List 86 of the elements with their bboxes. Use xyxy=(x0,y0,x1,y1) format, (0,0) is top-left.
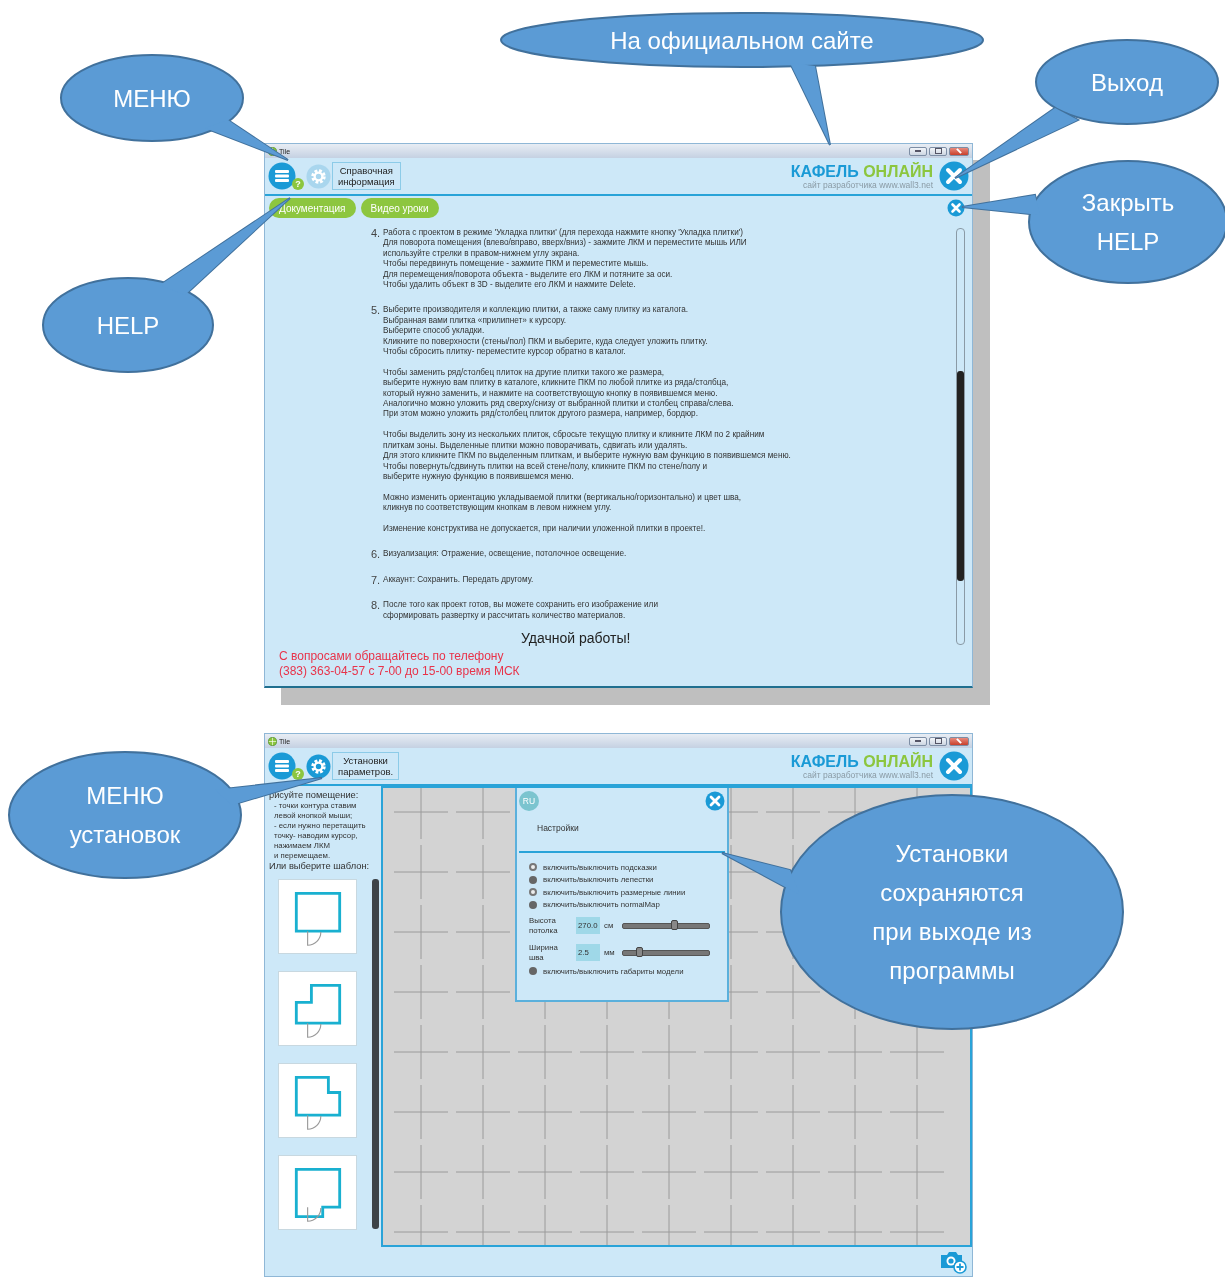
callout-text: Закрыть HELP xyxy=(1081,188,1175,257)
slider[interactable] xyxy=(622,949,710,956)
help-text-line: Выберите производителя и коллекцию плитки, а также саму плитку из каталога. xyxy=(383,305,690,316)
minimize-button[interactable] xyxy=(909,736,927,746)
slider[interactable] xyxy=(622,922,710,929)
toggle-radio[interactable] xyxy=(529,900,537,909)
help-text-line: Чтобы удалить объект в 3D - выделите его ЛКМ и нажмите Delete. xyxy=(383,280,637,291)
step-number: 8. xyxy=(371,600,382,614)
menu-icon[interactable] xyxy=(268,162,296,190)
help-text-line: При этом можно уложить ряд/столбец плиток другого размера, например, бордюр. xyxy=(383,409,699,420)
contact-text: (383) 363-04-57 с 7-00 до 15-00 время МСК xyxy=(279,664,521,679)
help-text-line: Чтобы повернуть/сдвинуть плитки на всей стене/полу, кликните ПКМ по стене/полу и xyxy=(383,461,708,472)
help-text-line: кликнув по соответствующим кнопкам в левом нижнем углу. xyxy=(383,503,613,514)
developer-link[interactable]: сайт разработчика www.wall3.net xyxy=(802,769,933,780)
help-text-line: Чтобы выделить зону из нескольких плиток, сбросьте текущую плитку и кликните ЛКМ по 2 крайним xyxy=(383,430,766,441)
template-thumbnail[interactable] xyxy=(278,971,357,1046)
template-prompt: Или выберите шаблон: xyxy=(268,861,371,872)
toggle-radio[interactable] xyxy=(529,967,537,976)
template-thumbnail[interactable] xyxy=(278,1063,357,1138)
template-thumbnail[interactable] xyxy=(278,879,357,954)
help-text-line: Для этого кликните ПКМ по выделенным плиткам, и выберите нужную вам функцию в появившемся меню. xyxy=(383,451,791,462)
help-text-line: Аккаунт: Сохранить. Передать другому. xyxy=(383,574,534,586)
settings-icon[interactable] xyxy=(306,753,331,779)
toggle-radio[interactable] xyxy=(529,863,537,872)
step-number: 6. xyxy=(371,549,382,560)
minimize-button[interactable] xyxy=(909,146,927,156)
section-label: Справочная информация xyxy=(332,162,401,190)
callout-text: МЕНЮ xyxy=(113,83,191,114)
maximize-button[interactable] xyxy=(929,146,947,156)
brand-logo[interactable]: КАФЕЛЬ ОНЛАЙН xyxy=(790,752,933,770)
help-text-line: Визуализация: Отражение, освещение, потолочное освещение. xyxy=(383,549,627,560)
help-text-line: Аналогично можно уложить ряд сверху/снизу от выбранной плитки и столбец справа/слева. xyxy=(383,399,735,409)
callout-text: МЕНЮ установок xyxy=(69,781,181,850)
contact-text: С вопросами обращайтесь по телефону xyxy=(279,649,505,664)
scrollbar[interactable] xyxy=(956,228,965,645)
scrollbar[interactable] xyxy=(372,879,379,1229)
globe-icon xyxy=(268,736,277,746)
help-text-line: плиткам зоны. Выделенные плитки можно поворачивать, сдвигать или удалять. xyxy=(383,440,689,451)
help-text-line: выберите нужную вам плитку в каталоге, кликните ПКМ по любой плитке из ряда/столбца, xyxy=(383,378,730,389)
callout-text: HELP xyxy=(96,310,160,341)
close-window-button[interactable] xyxy=(949,146,969,156)
section-label: Установки параметров. xyxy=(332,752,400,780)
help-text-line: Чтобы сбросить плитку- переместите курсор обратно в каталог. xyxy=(383,347,627,358)
help-badge[interactable]: ? xyxy=(292,178,304,190)
help-text-line: Выбранная вами плитка «прилипнет» к курсору. xyxy=(383,315,567,326)
toggle-radio[interactable] xyxy=(529,888,537,897)
close-icon[interactable] xyxy=(939,751,969,781)
close-icon[interactable] xyxy=(939,161,969,191)
help-text-line: Можно изменить ориентацию укладываемой плитки (вертикально/горизонтально) и цвет шва, xyxy=(383,492,743,504)
slider-thumb[interactable] xyxy=(670,919,678,930)
step-number: 7. xyxy=(371,574,382,586)
developer-link[interactable]: сайт разработчика www.wall3.net xyxy=(802,179,933,190)
template-thumbnail[interactable] xyxy=(278,1155,357,1230)
callout-text: Выход xyxy=(1091,67,1163,98)
help-text-line: Для перемещения/поворота объекта - выделите его ЛКМ и потяните за оси. xyxy=(383,269,674,280)
tab[interactable]: Видео уроки xyxy=(360,198,439,218)
help-text-line: Работа с проектом в режиме 'Укладка плитки' (для перехода нажмите кнопку 'Укладка плитки') xyxy=(383,228,744,238)
step-number: 4. xyxy=(371,228,382,241)
panel-title: Настройки xyxy=(537,823,580,833)
help-text-line: Кликните по поверхности (стены/пол) ПКМ и выберите, куда следует уложить плитку. xyxy=(383,336,709,347)
help-text-line: выберите нужную функцию в появившемся меню. xyxy=(383,471,575,483)
language-button[interactable]: RU xyxy=(519,791,539,811)
closing-text: Удачной работы! xyxy=(521,629,632,646)
help-text-line: После того как проект готов, вы можете сохранить его изображение или xyxy=(383,600,658,611)
step-number: 5. xyxy=(371,305,382,319)
callout-text: На официальном сайте xyxy=(610,25,874,56)
brand-logo[interactable]: КАФЕЛЬ ОНЛАЙН xyxy=(790,162,933,180)
toggle-radio[interactable] xyxy=(529,875,537,884)
help-text-line: Чтобы передвинуть помещение - зажмите ПКМ и переместите мышь. xyxy=(383,259,650,270)
help-text-line: Чтобы заменить ряд/столбец плиток на другие плитки такого же размера, xyxy=(383,367,665,378)
help-text-line: который нужно заменить, и нажмите на соответствующую кнопку в появившемся меню. xyxy=(383,388,719,399)
slider-thumb[interactable] xyxy=(636,946,644,957)
help-badge[interactable]: ? xyxy=(292,768,304,780)
instruction-heading: рисуйте помещение: xyxy=(268,790,360,801)
help-text-line: сформировать развертку и рассчитать количество материалов. xyxy=(383,610,627,621)
close-window-button[interactable] xyxy=(949,736,969,746)
callout-text: Установки сохраняются при выходе из программы xyxy=(872,839,1032,986)
maximize-button[interactable] xyxy=(929,736,947,746)
help-text-line: Изменение конструктива не допускается, при наличии уложенной плитки в проекте!. xyxy=(383,523,707,535)
help-text-line: Выберите способ укладки. xyxy=(383,326,486,337)
menu-icon[interactable] xyxy=(268,752,296,780)
close-icon[interactable] xyxy=(705,791,725,811)
close-icon[interactable] xyxy=(947,199,965,217)
help-text-line: используйте стрелки в правом-нижнем углу экрана. xyxy=(383,248,581,259)
tab[interactable]: Документация xyxy=(269,198,356,218)
help-text-line: Для поворота помещения (влево/вправо, вверх/вниз) - зажмите ЛКМ и переместите мышь ИЛИ xyxy=(383,238,747,249)
